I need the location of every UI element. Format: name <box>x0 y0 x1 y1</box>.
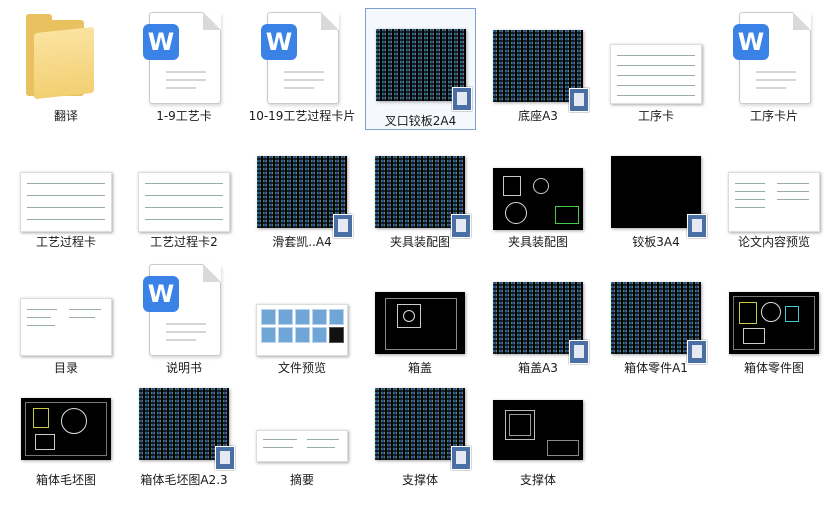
cad-drawing-thumbnail <box>375 292 465 354</box>
file-label: 底座A3 <box>518 109 558 123</box>
cad-thumbnail <box>493 30 589 112</box>
cad-thumbnail <box>139 388 235 470</box>
file-item-cad[interactable]: 滑套凯..A4 <box>243 132 361 264</box>
file-item-word[interactable]: W 10-19工艺过程卡片 <box>243 6 361 138</box>
file-item-table[interactable]: 工艺过程卡2 <box>125 132 243 264</box>
file-label: 文件预览 <box>277 361 326 375</box>
preview-thumbnail <box>256 304 348 356</box>
cad-thumbnail <box>257 156 353 238</box>
file-item-folder-fanyi[interactable]: 翻译 <box>7 6 125 138</box>
file-label: 工序卡 <box>637 109 674 123</box>
file-item-table[interactable]: 工艺过程卡 <box>7 132 125 264</box>
file-item-cad[interactable]: 夹具装配图 <box>479 132 597 264</box>
word-doc-icon: W <box>143 264 221 356</box>
file-item-cad[interactable]: 铰板3A4 <box>597 132 715 264</box>
table-thumbnail <box>20 172 112 232</box>
file-label: 夹具装配图 <box>507 235 568 249</box>
document-thumbnail <box>728 172 820 232</box>
file-label: 夹具装配图 <box>389 235 450 249</box>
folder-icon <box>26 14 106 100</box>
file-label: 目录 <box>53 361 78 375</box>
file-item-cad[interactable]: 箱盖 <box>361 258 479 390</box>
file-label: 支撑体 <box>401 473 438 487</box>
file-item-word[interactable]: W 说明书 <box>125 258 243 390</box>
file-item-cad[interactable]: 箱盖A3 <box>479 258 597 390</box>
file-label: 箱体零件A1 <box>624 361 688 375</box>
file-item-cad[interactable]: 支撑体 <box>361 376 479 508</box>
document-thumbnail <box>256 430 348 462</box>
file-item-doc[interactable]: 目录 <box>7 258 125 390</box>
cad-drawing-thumbnail <box>729 292 819 354</box>
file-type-badge-icon <box>451 446 471 470</box>
cad-drawing-thumbnail <box>493 400 583 460</box>
file-item-word[interactable]: W 工序卡片 <box>715 6 833 138</box>
file-item-doc[interactable]: 论文内容预览 <box>715 132 833 264</box>
cad-thumbnail <box>611 282 707 364</box>
cad-thumbnail <box>493 282 589 364</box>
word-doc-icon: W <box>143 12 221 104</box>
file-label: 翻译 <box>53 109 78 123</box>
file-label: 叉口铰板2A4 <box>384 114 457 128</box>
file-grid: 翻译 W 1-9工艺卡 W 10-19工艺过程卡片 叉口铰板2A4 底座A3 工 <box>0 0 834 509</box>
file-label: 箱盖 <box>407 361 432 375</box>
file-label: 箱体零件图 <box>743 361 804 375</box>
file-item-cad[interactable]: 箱体毛坯图 <box>7 376 125 508</box>
file-label: 1-9工艺卡 <box>156 109 212 123</box>
table-thumbnail <box>610 44 702 104</box>
word-doc-icon: W <box>261 12 339 104</box>
word-doc-icon: W <box>733 12 811 104</box>
document-thumbnail <box>20 298 112 356</box>
file-label: 10-19工艺过程卡片 <box>248 109 356 123</box>
table-thumbnail <box>138 172 230 232</box>
file-item-cad[interactable]: 箱体零件图 <box>715 258 833 390</box>
file-item-cad[interactable]: 夹具装配图 <box>361 132 479 264</box>
file-item-cad[interactable]: 箱体毛坯图A2.3 <box>125 376 243 508</box>
file-item-doc[interactable]: 摘要 <box>243 376 361 508</box>
file-label: 说明书 <box>165 361 202 375</box>
file-item-selected[interactable]: 叉口铰板2A4 <box>365 8 476 130</box>
cad-thumbnail <box>375 156 471 238</box>
file-label: 支撑体 <box>519 473 556 487</box>
file-label: 工艺过程卡 <box>35 235 96 249</box>
file-label: 论文内容预览 <box>737 235 810 249</box>
cad-drawing-thumbnail <box>21 398 111 460</box>
cad-thumbnail <box>611 156 707 238</box>
cad-drawing-thumbnail <box>493 168 583 230</box>
cad-thumbnail <box>375 29 472 111</box>
file-label: 箱体毛坯图A2.3 <box>140 473 228 487</box>
file-item-cad[interactable]: 底座A3 <box>479 6 597 138</box>
cad-thumbnail <box>375 388 471 470</box>
file-label: 箱体毛坯图 <box>35 473 96 487</box>
file-item-word[interactable]: W 1-9工艺卡 <box>125 6 243 138</box>
file-type-badge-icon <box>451 87 472 111</box>
file-item-table[interactable]: 工序卡 <box>597 6 715 138</box>
file-label: 滑套凯..A4 <box>272 235 332 249</box>
file-item-cad[interactable]: 支撑体 <box>479 376 597 508</box>
file-label: 铰板3A4 <box>632 235 680 249</box>
file-item-preview[interactable]: 文件预览 <box>243 258 361 390</box>
file-type-badge-icon <box>215 446 235 470</box>
file-item-cad[interactable]: 箱体零件A1 <box>597 258 715 390</box>
file-label: 箱盖A3 <box>518 361 558 375</box>
file-label: 摘要 <box>289 473 314 487</box>
file-label: 工艺过程卡2 <box>150 235 218 249</box>
file-label: 工序卡片 <box>749 109 798 123</box>
